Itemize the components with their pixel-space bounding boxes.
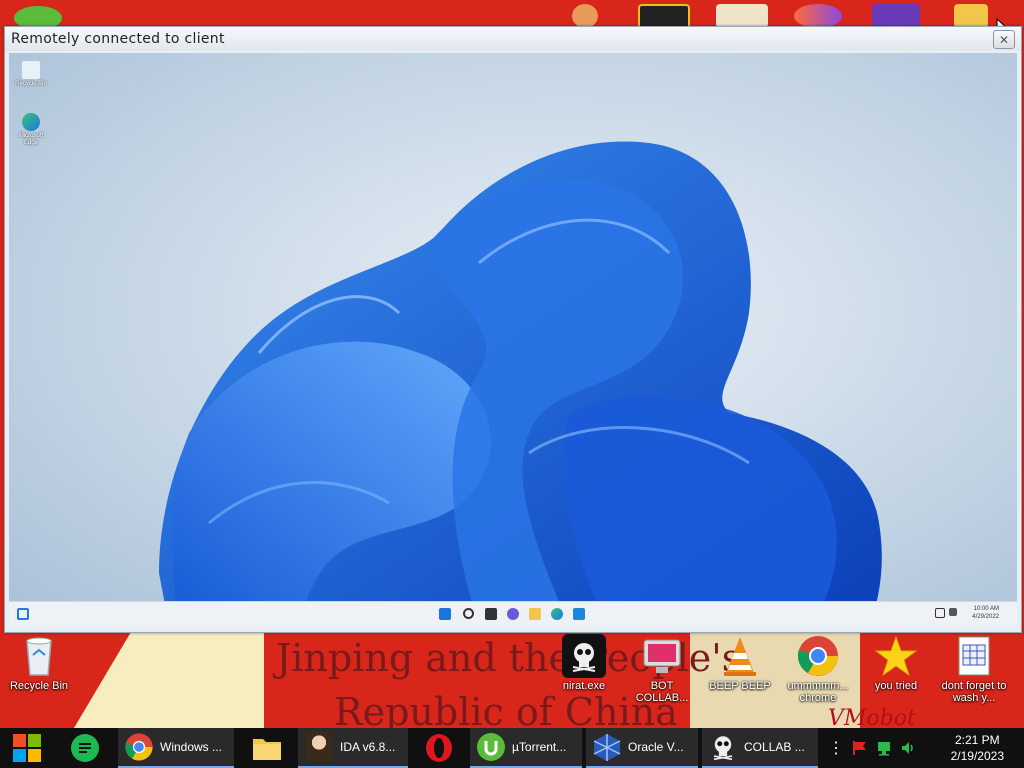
star-icon bbox=[874, 634, 918, 678]
search-icon[interactable] bbox=[463, 608, 474, 619]
chrome-icon bbox=[796, 634, 840, 678]
remote-taskbar: 10:00 AM 4/29/2022 bbox=[9, 601, 1017, 626]
flag-icon[interactable] bbox=[852, 740, 868, 756]
file-explorer-icon[interactable] bbox=[529, 608, 541, 620]
bot-collab-icon bbox=[640, 634, 684, 678]
host-icon-label: you tried bbox=[874, 680, 918, 692]
host-icon-you-tried[interactable]: you tried bbox=[860, 634, 932, 692]
remote-icon-edge[interactable]: Microsoft Edge bbox=[11, 113, 51, 147]
remote-clock[interactable]: 10:00 AM 4/29/2022 bbox=[972, 605, 999, 621]
skull-icon bbox=[562, 634, 606, 678]
host-taskbar: Windows ... IDA v6.8... µTorrent... Orac… bbox=[0, 728, 1024, 768]
host-icon-chrome[interactable]: ummmmm... chrome bbox=[782, 634, 854, 704]
remote-clock-time: 10:00 AM bbox=[973, 606, 999, 612]
utorrent-icon bbox=[477, 733, 505, 761]
taskbar-item-label: IDA v6.8... bbox=[340, 740, 396, 754]
spotify-like-icon bbox=[71, 734, 99, 762]
clock-time: 2:21 PM bbox=[954, 733, 1000, 747]
clock-date: 2/19/2023 bbox=[950, 749, 1004, 763]
remote-window-title: Remotely connected to client bbox=[11, 31, 225, 47]
remote-desktop-view[interactable]: Recycle Bin Microsoft Edge 10:00 AM 4/29… bbox=[9, 53, 1017, 626]
chat-icon[interactable] bbox=[507, 608, 519, 620]
system-tray: ⋮ bbox=[828, 728, 916, 768]
host-top-user-icon[interactable] bbox=[572, 4, 598, 28]
host-icon-dont-forget[interactable]: dont forget to wash y... bbox=[938, 634, 1010, 704]
ida-icon bbox=[306, 732, 332, 762]
start-button[interactable] bbox=[0, 728, 54, 768]
opera-icon bbox=[426, 734, 452, 762]
widgets-icon[interactable] bbox=[17, 608, 29, 620]
taskbar-item-ida[interactable]: IDA v6.8... bbox=[298, 728, 408, 768]
folder-icon bbox=[253, 739, 281, 760]
network-icon[interactable] bbox=[935, 608, 945, 618]
network-icon[interactable] bbox=[876, 740, 892, 756]
calendar-file-icon bbox=[952, 634, 996, 678]
volume-icon[interactable] bbox=[949, 608, 957, 616]
store-icon[interactable] bbox=[573, 608, 585, 620]
host-top-folder-icon[interactable] bbox=[954, 4, 988, 28]
host-icon-label: dont forget to wash y... bbox=[941, 680, 1007, 704]
remote-icon-recycle-bin[interactable]: Recycle Bin bbox=[11, 61, 51, 88]
recycle-bin-icon bbox=[22, 61, 40, 79]
windows-start-icon[interactable] bbox=[439, 608, 451, 620]
taskbar-clock[interactable]: 2:21 PM 2/19/2023 bbox=[951, 732, 1004, 764]
windows-start-icon bbox=[13, 734, 41, 762]
taskbar-item-collab[interactable]: COLLAB ... bbox=[702, 728, 818, 768]
taskbar-item-label: µTorrent... bbox=[512, 740, 567, 754]
host-icon-label: BOT COLLAB... bbox=[635, 680, 689, 704]
host-icon-label: BEEP BEEP bbox=[709, 680, 771, 692]
remote-icon-label: Microsoft Edge bbox=[18, 133, 44, 146]
host-icon-bot-collab[interactable]: BOT COLLAB... bbox=[626, 634, 698, 704]
taskbar-item-utorrent[interactable]: µTorrent... bbox=[470, 728, 582, 768]
recycle-bin-icon bbox=[17, 634, 61, 678]
taskbar-item-label: COLLAB ... bbox=[744, 740, 805, 754]
taskbar-item-chrome[interactable]: Windows ... bbox=[118, 728, 234, 768]
host-top-firefox-icon[interactable] bbox=[794, 4, 842, 28]
skull-icon bbox=[713, 736, 733, 761]
poster-corner: VMobot bbox=[828, 706, 916, 728]
poster-cream-left bbox=[74, 632, 264, 728]
taskbar-item-label: Windows ... bbox=[160, 740, 223, 754]
edge-icon bbox=[22, 113, 40, 131]
host-icon-label: ummmmm... chrome bbox=[787, 680, 849, 704]
taskbar-app-green[interactable] bbox=[56, 728, 114, 768]
host-icon-nirat[interactable]: nirat.exe bbox=[548, 634, 620, 692]
vlc-cone-icon bbox=[718, 634, 762, 678]
taskbar-item-label: Oracle V... bbox=[628, 740, 684, 754]
virtualbox-icon bbox=[593, 734, 621, 761]
taskbar-item-folder[interactable] bbox=[240, 728, 294, 768]
chrome-icon bbox=[125, 733, 153, 761]
host-icon-beep-beep[interactable]: BEEP BEEP bbox=[704, 634, 776, 692]
remote-window-titlebar[interactable]: Remotely connected to client ✕ bbox=[5, 27, 1021, 51]
remote-icon-label: Recycle Bin bbox=[15, 81, 47, 87]
edge-icon[interactable] bbox=[551, 608, 563, 620]
remote-window-close-button[interactable]: ✕ bbox=[993, 30, 1015, 49]
remote-connection-window[interactable]: Remotely connected to client ✕ Recycle B… bbox=[4, 26, 1022, 633]
volume-icon[interactable] bbox=[900, 740, 916, 756]
taskbar-item-virtualbox[interactable]: Oracle V... bbox=[586, 728, 698, 768]
close-icon: ✕ bbox=[998, 32, 1010, 47]
host-icon-label: nirat.exe bbox=[562, 680, 606, 692]
tray-overflow-icon[interactable]: ⋮ bbox=[828, 738, 844, 758]
bloom-wallpaper bbox=[159, 141, 882, 626]
taskbar-item-opera[interactable] bbox=[412, 728, 466, 768]
host-top-purple-icon[interactable] bbox=[872, 4, 920, 28]
remote-clock-date: 4/29/2022 bbox=[972, 614, 999, 620]
host-icon-recycle-bin[interactable]: Recycle Bin bbox=[3, 634, 75, 692]
host-top-image-icon[interactable] bbox=[716, 4, 768, 28]
host-icon-label: Recycle Bin bbox=[9, 680, 69, 692]
task-view-icon[interactable] bbox=[485, 608, 497, 620]
